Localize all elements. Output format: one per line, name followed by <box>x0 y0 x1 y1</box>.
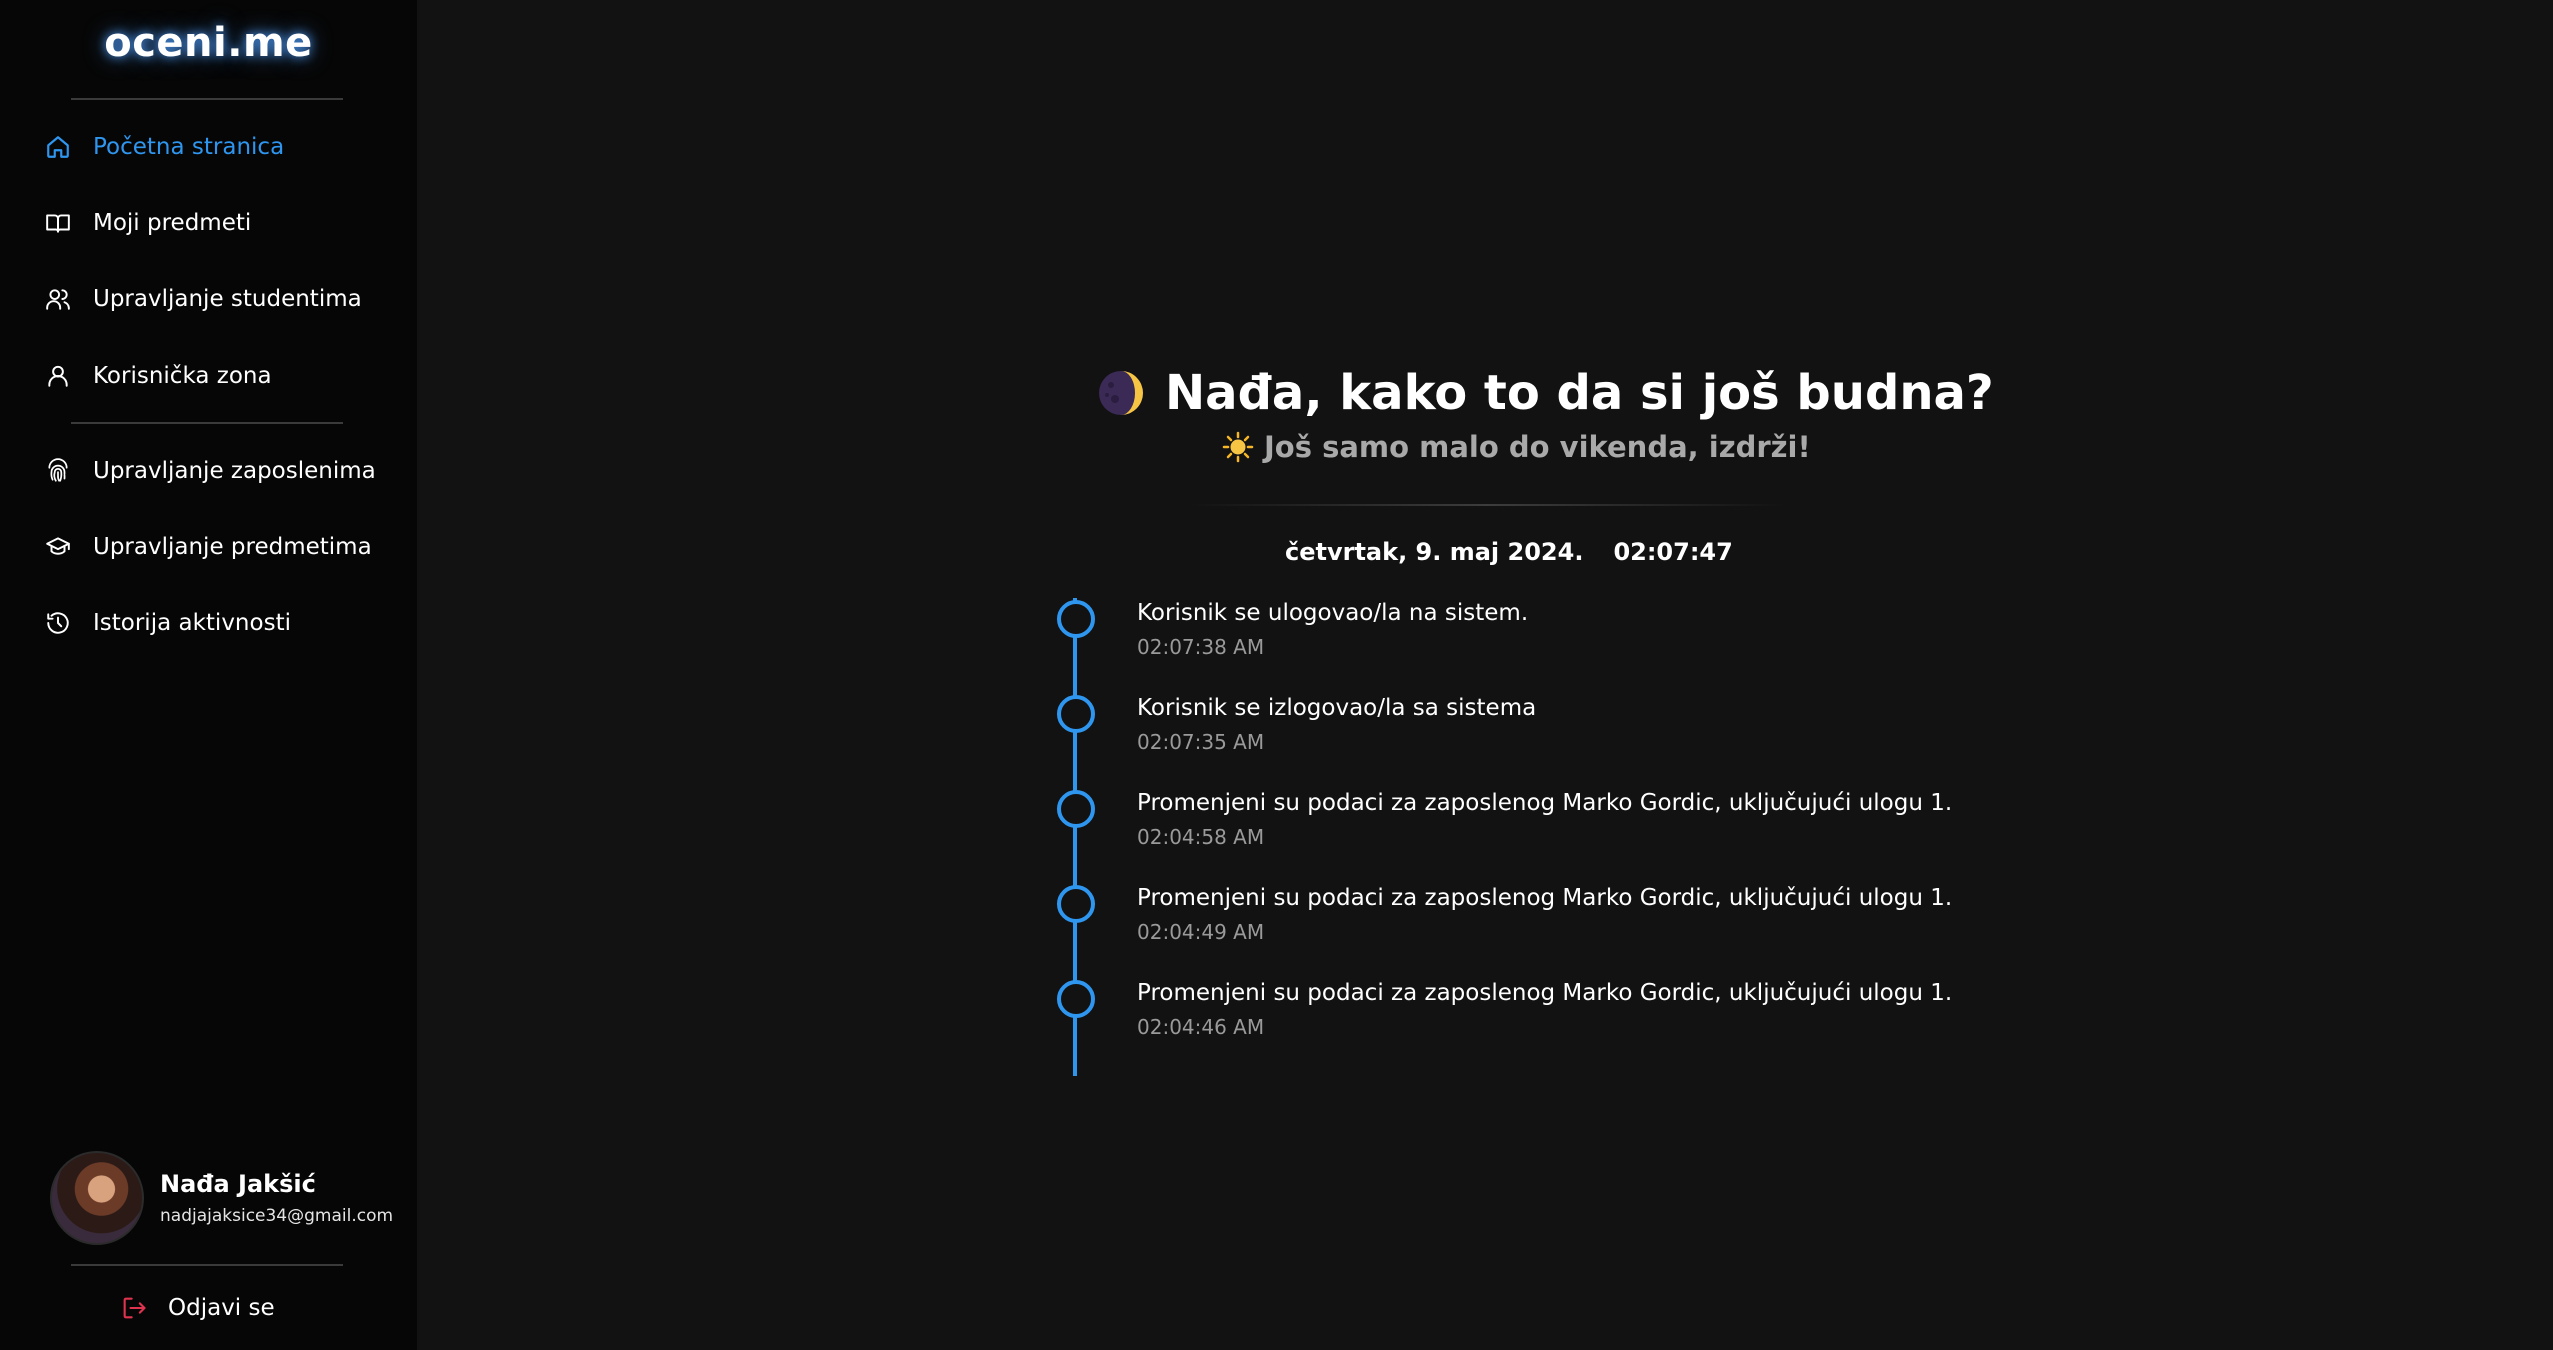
app-root: oceni.me Početna stranica Moji predmeti … <box>0 0 2553 1350</box>
main-content: Nađa, kako to da si još budna? Još samo … <box>417 0 2553 1350</box>
timeline-text: Promenjeni su podaci za zaposlenog Marko… <box>1137 790 1953 816</box>
sidebar-item-home[interactable]: Početna stranica <box>44 127 284 167</box>
sidebar-item-manage-employees[interactable]: Upravljanje zaposlenima <box>44 451 376 491</box>
sidebar-item-manage-students[interactable]: Upravljanje studentima <box>44 279 362 319</box>
current-date: četvrtak, 9. maj 2024. <box>1285 538 1584 566</box>
timeline-text: Korisnik se izlogovao/la sa sistema <box>1137 695 1537 721</box>
logout-button[interactable]: Odjavi se <box>120 1294 275 1322</box>
greeting: Nađa, kako to da si još budna? <box>1097 365 1994 421</box>
user-icon <box>44 362 72 390</box>
user-email: nadjajaksice34@gmail.com <box>160 1206 394 1226</box>
timeline-text: Korisnik se ulogovao/la na sistem. <box>1137 600 1529 626</box>
user-info: Nađa Jakšić nadjajaksice34@gmail.com <box>160 1170 393 1226</box>
sidebar-divider <box>71 422 343 424</box>
sidebar-item-user-zone[interactable]: Korisnička zona <box>44 356 272 396</box>
moon-icon <box>1099 371 1143 415</box>
sidebar-item-label: Upravljanje studentima <box>93 286 362 312</box>
avatar[interactable] <box>50 1151 144 1245</box>
timeline-time: 02:07:35 AM <box>1137 730 1265 754</box>
current-time: 02:07:47 <box>1613 538 1733 566</box>
activity-timeline: Korisnik se ulogovao/la na sistem. 02:07… <box>1054 598 2354 1078</box>
datetime: četvrtak, 9. maj 2024. 02:07:47 <box>1285 538 1733 566</box>
logout-icon <box>123 1297 146 1319</box>
subtitle: Još samo malo do vikenda, izdrži! <box>1222 430 1811 464</box>
greeting-title: Nađa, kako to da si još budna? <box>1165 365 1994 421</box>
users-icon <box>44 285 72 313</box>
sidebar-item-label: Moji predmeti <box>93 210 252 236</box>
sidebar-divider <box>71 1264 343 1266</box>
sidebar-divider <box>71 98 343 100</box>
timeline-dot <box>1057 790 1095 828</box>
sidebar-item-activity-history[interactable]: Istorija aktivnosti <box>44 603 291 643</box>
timeline-time: 02:04:46 AM <box>1137 1015 1265 1039</box>
timeline-dot <box>1057 600 1095 638</box>
timeline-text: Promenjeni su podaci za zaposlenog Marko… <box>1137 980 1953 1006</box>
sidebar-item-label: Upravljanje predmetima <box>93 534 372 560</box>
timeline-dot <box>1057 885 1095 923</box>
sidebar: oceni.me Početna stranica Moji predmeti … <box>0 0 417 1350</box>
sidebar-item-my-subjects[interactable]: Moji predmeti <box>44 203 251 243</box>
sidebar-item-label: Korisnička zona <box>93 363 272 389</box>
timeline-text: Promenjeni su podaci za zaposlenog Marko… <box>1137 885 1953 911</box>
timeline-time: 02:07:38 AM <box>1137 635 1265 659</box>
sun-icon <box>1222 431 1254 463</box>
home-icon <box>44 133 72 161</box>
timeline-dot <box>1057 695 1095 733</box>
user-name: Nađa Jakšić <box>160 1170 316 1198</box>
app-logo[interactable]: oceni.me <box>0 20 417 66</box>
user-profile[interactable]: Nađa Jakšić nadjajaksice34@gmail.com <box>50 1151 393 1245</box>
sidebar-item-manage-subjects[interactable]: Upravljanje predmetima <box>44 527 372 567</box>
timeline-time: 02:04:58 AM <box>1137 825 1265 849</box>
logout-label: Odjavi se <box>168 1295 275 1321</box>
sidebar-item-label: Upravljanje zaposlenima <box>93 458 376 484</box>
timeline-time: 02:04:49 AM <box>1137 920 1265 944</box>
book-icon <box>44 209 72 237</box>
history-icon <box>44 609 72 637</box>
main-divider <box>1187 504 1787 506</box>
sidebar-item-label: Početna stranica <box>93 134 285 160</box>
graduation-cap-icon <box>44 533 72 561</box>
fingerprint-icon <box>44 457 72 485</box>
timeline-dot <box>1057 980 1095 1018</box>
subtitle-text: Još samo malo do vikenda, izdrži! <box>1264 430 1811 464</box>
sidebar-item-label: Istorija aktivnosti <box>93 610 291 636</box>
